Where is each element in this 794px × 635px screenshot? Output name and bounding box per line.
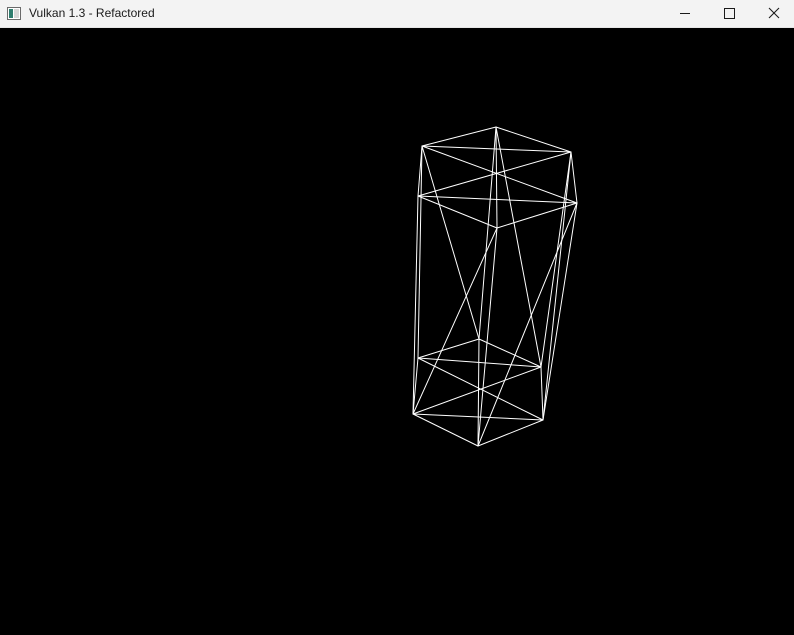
wire-edge [421,145,578,204]
render-viewport[interactable] [0,28,794,630]
close-button[interactable] [751,0,794,28]
wire-edge [417,357,544,421]
wire-edge [417,151,572,197]
wire-edge [477,227,498,447]
wireframe-box [412,126,578,447]
close-icon [768,7,780,19]
wire-edge [421,126,497,147]
wire-edge [542,202,578,421]
app-window: Vulkan 1.3 - Refactored [0,0,794,630]
wire-edge [495,126,572,153]
maximize-button[interactable] [706,0,752,28]
window-title: Vulkan 1.3 - Refactored [29,6,155,20]
wire-edge [477,419,544,447]
minimize-button[interactable] [662,0,708,28]
wire-edge [417,145,423,359]
wire-edge [495,126,498,229]
wire-edge [417,338,480,359]
wire-edge [417,195,578,204]
wire-edge [477,338,480,447]
title-bar[interactable]: Vulkan 1.3 - Refactored [0,0,794,28]
wire-edge [478,126,497,340]
app-window-icon [7,7,21,20]
wire-edge [412,413,479,447]
wire-edge [570,151,578,204]
wire-edge [540,366,544,421]
wire-edge [412,227,498,415]
wire-edge [421,145,480,340]
minimize-icon [680,13,690,14]
wire-edge [417,195,498,229]
wire-edge [412,366,542,415]
maximize-icon [724,8,735,19]
